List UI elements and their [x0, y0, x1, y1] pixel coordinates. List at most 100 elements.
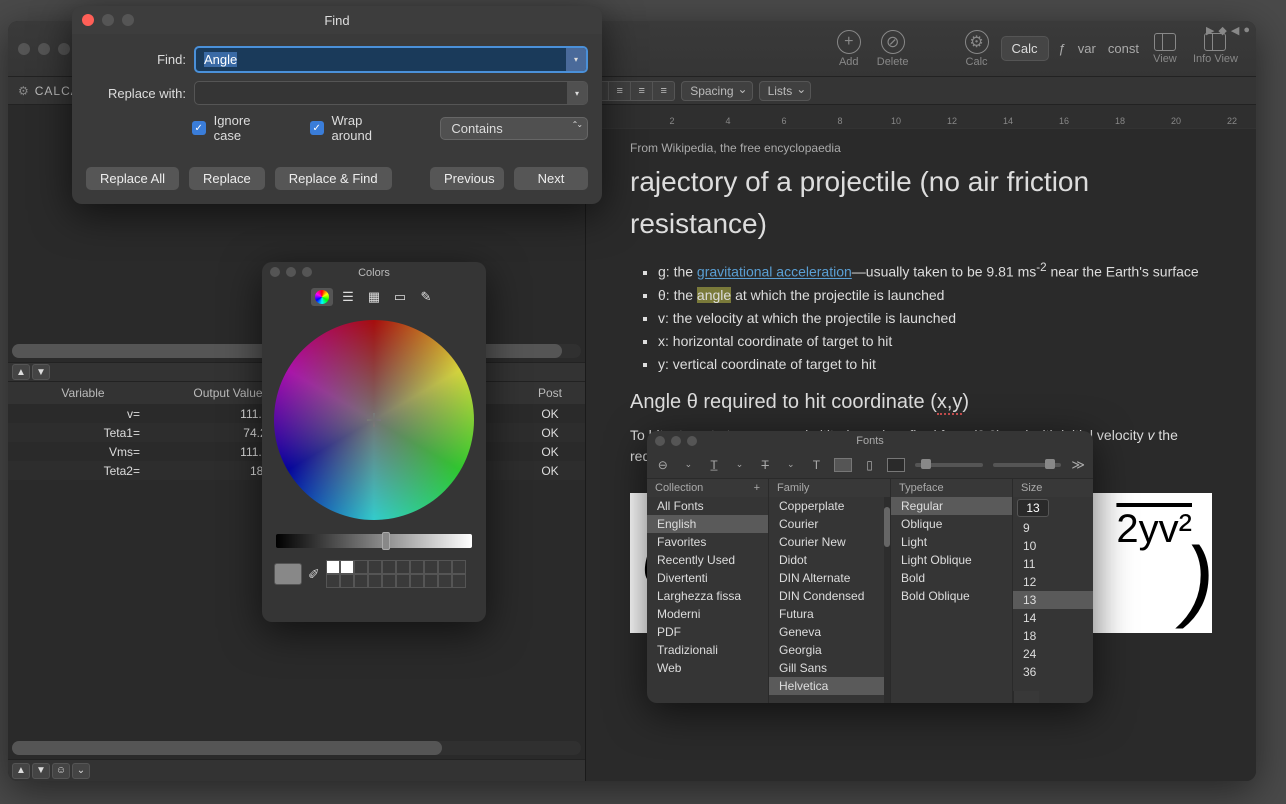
current-color-swatch[interactable] [274, 563, 302, 585]
list-item[interactable]: Copperplate [769, 497, 890, 515]
list-item[interactable]: Bold Oblique [891, 587, 1012, 605]
swatch-cell[interactable] [354, 574, 368, 588]
f-button[interactable]: ƒ [1059, 41, 1066, 56]
info-view-button[interactable]: Info View [1193, 33, 1238, 65]
view-button[interactable]: View [1153, 33, 1177, 65]
table-down-icon[interactable]: ▼ [32, 364, 50, 380]
find-input[interactable]: Angle▾ [194, 46, 588, 73]
list-item[interactable]: Light Oblique [891, 551, 1012, 569]
swatch-cell[interactable] [340, 560, 354, 574]
find-max-icon[interactable] [122, 14, 134, 26]
ruler-left-icon[interactable]: ◀ [1231, 24, 1239, 37]
calc-segment[interactable]: Calc [1001, 36, 1049, 61]
family-scroll-thumb[interactable] [884, 507, 890, 547]
spacing-dropdown[interactable]: Spacing [681, 81, 752, 101]
list-item[interactable]: 14 [1013, 609, 1093, 627]
list-item[interactable]: 36 [1013, 663, 1093, 681]
list-item[interactable]: DIN Alternate [769, 569, 890, 587]
list-item[interactable]: Recently Used [647, 551, 768, 569]
table-up-icon[interactable]: ▲ [12, 364, 30, 380]
add-button[interactable]: + Add [837, 30, 861, 68]
delete-button[interactable]: ⊘ Delete [877, 30, 909, 68]
list-item[interactable]: Tradizionali [647, 641, 768, 659]
swatch-grid[interactable] [326, 560, 466, 588]
chevron-down-icon[interactable]: ⌄ [732, 457, 748, 473]
find-history-icon[interactable]: ▾ [566, 48, 586, 71]
more-icon[interactable]: ≫ [1071, 457, 1085, 473]
bb-down-icon[interactable]: ▼ [32, 763, 50, 779]
list-item[interactable]: Web [647, 659, 768, 677]
doc-color-icon[interactable]: ▯ [862, 457, 878, 473]
find-titlebar[interactable]: Find [72, 6, 602, 34]
swatch-cell[interactable] [354, 560, 368, 574]
swatch-cell[interactable] [382, 560, 396, 574]
text-color-icon[interactable]: T [809, 457, 825, 473]
list-item[interactable]: Larghezza fissa [647, 587, 768, 605]
list-item[interactable]: 18 [1013, 627, 1093, 645]
list-item[interactable]: DIN Condensed [769, 587, 890, 605]
color-wheel[interactable] [274, 320, 474, 520]
slider-knob[interactable] [1045, 459, 1055, 469]
find-close-icon[interactable] [82, 14, 94, 26]
list-item[interactable]: Georgia [769, 641, 890, 659]
swatch-cell[interactable] [396, 574, 410, 588]
ruler-diamond-icon[interactable]: ◆ [1218, 24, 1226, 37]
next-button[interactable]: Next [514, 167, 588, 190]
fonts-max-icon[interactable] [687, 436, 697, 446]
list-item[interactable]: 9 [1013, 519, 1093, 537]
swatch-cell[interactable] [424, 574, 438, 588]
swatch-cell[interactable] [340, 574, 354, 588]
replace-all-button[interactable]: Replace All [86, 167, 179, 190]
replace-find-button[interactable]: Replace & Find [275, 167, 392, 190]
bb-smiley-icon[interactable]: ☺ [52, 763, 70, 779]
list-item[interactable]: Helvetica [769, 677, 890, 695]
align-justify-icon[interactable]: ≡ [653, 81, 675, 101]
swatch-cell[interactable] [438, 574, 452, 588]
sliders-tab-icon[interactable]: ☰ [337, 288, 359, 306]
underline-icon[interactable]: T̲ [706, 457, 722, 473]
align-center-icon[interactable]: ≡ [609, 81, 631, 101]
min-dot[interactable] [38, 43, 50, 55]
swatch-cell[interactable] [410, 574, 424, 588]
swatch-cell[interactable] [438, 560, 452, 574]
brightness-knob[interactable] [382, 532, 390, 550]
list-item[interactable]: Didot [769, 551, 890, 569]
grav-accel-link[interactable]: gravitational acceleration [697, 264, 852, 280]
text-color-swatch[interactable] [834, 458, 852, 472]
wheel-cursor-icon[interactable] [367, 413, 381, 427]
list-item[interactable]: Bold [891, 569, 1012, 587]
list-item[interactable]: 24 [1013, 645, 1093, 663]
swatch-cell[interactable] [424, 560, 438, 574]
list-item[interactable]: Light [891, 533, 1012, 551]
list-item[interactable]: Courier New [769, 533, 890, 551]
bb-up-icon[interactable]: ▲ [12, 763, 30, 779]
ruler-circle-icon[interactable]: ● [1243, 24, 1250, 37]
find-min-icon[interactable] [102, 14, 114, 26]
match-mode-select[interactable]: Contains [440, 117, 588, 140]
size-input[interactable] [1017, 499, 1049, 517]
swatch-cell[interactable] [396, 560, 410, 574]
max-dot[interactable] [58, 43, 70, 55]
list-item[interactable]: 11 [1013, 555, 1093, 573]
col-post[interactable]: Post [525, 386, 585, 400]
replace-button[interactable]: Replace [189, 167, 265, 190]
list-item[interactable]: Divertenti [647, 569, 768, 587]
swatch-cell[interactable] [326, 574, 340, 588]
colors-close-icon[interactable] [270, 267, 280, 277]
shadow-opacity-slider[interactable] [915, 463, 983, 467]
swatch-cell[interactable] [452, 574, 466, 588]
const-button[interactable]: const [1108, 41, 1139, 56]
list-item[interactable]: 10 [1013, 537, 1093, 555]
list-item[interactable]: English [647, 515, 768, 533]
swatch-cell[interactable] [368, 560, 382, 574]
colors-max-icon[interactable] [302, 267, 312, 277]
swatch-cell[interactable] [452, 560, 466, 574]
chevron-down-icon[interactable]: ⌄ [783, 457, 799, 473]
ignore-case-checkbox[interactable]: ✓ [192, 121, 206, 135]
bottom-hscroll[interactable] [12, 741, 581, 755]
list-item[interactable]: Favorites [647, 533, 768, 551]
brightness-slider[interactable] [276, 534, 472, 548]
list-item[interactable]: Oblique [891, 515, 1012, 533]
palette-tab-icon[interactable]: ▦ [363, 288, 385, 306]
list-item[interactable]: Moderni [647, 605, 768, 623]
